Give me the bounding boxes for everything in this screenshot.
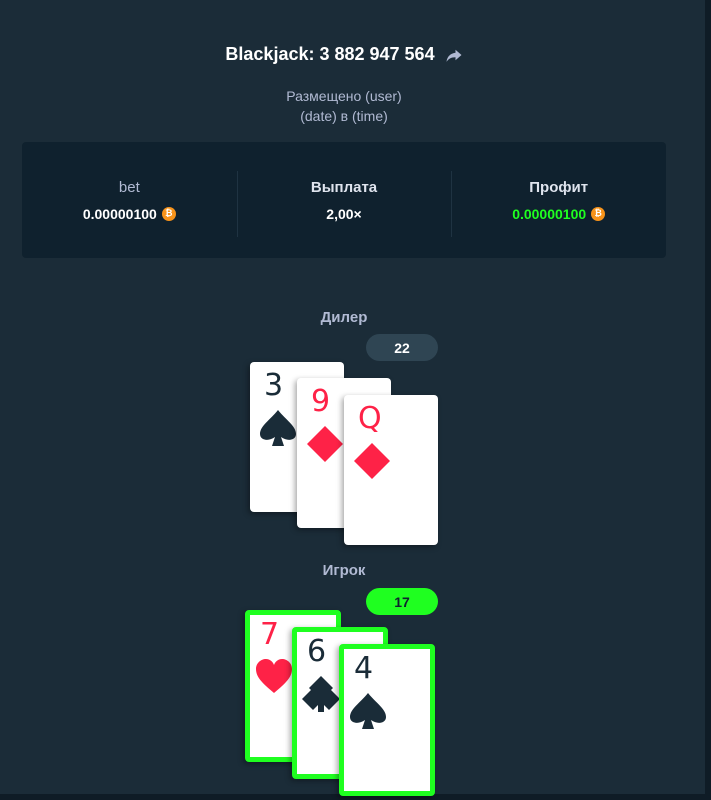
player-total-badge: 17 [366,588,438,615]
player-card-3: 4 [339,644,435,796]
payout-value-row: 2,00× [237,206,452,222]
stat-profit: Профит 0.00000100 ₿ [451,170,666,237]
window-edge-right [705,0,711,800]
bet-title: Blackjack: 3 882 947 564 [225,44,435,64]
card-rank: 3 [264,368,284,403]
profit-value: 0.00000100 [512,205,587,222]
dealer-card-3: Q [344,395,438,545]
player-label: Игрок [322,562,366,579]
heart-icon [256,659,292,693]
spade-icon [350,693,386,729]
bet-title-row: Blackjack: 3 882 947 564 [0,44,688,65]
spade-icon [260,410,296,446]
dealer-label: Дилер [320,309,368,326]
profit-label: Профит [529,178,589,196]
payout-value: 2,00× [326,205,362,222]
bet-value-row: 0.00000100 ₿ [22,206,237,222]
card-rank: 6 [307,634,327,669]
profit-value-row: 0.00000100 ₿ [451,206,666,222]
bet-value: 0.00000100 [82,205,157,222]
diamond-icon [354,443,390,479]
placed-at: (date) в (time) [300,108,388,124]
share-icon[interactable] [445,46,463,64]
card-rank: Q [358,401,382,436]
bitcoin-icon: ₿ [591,206,606,221]
placed-by: Размещено (user) [286,88,402,104]
diamond-icon [307,426,343,462]
payout-label: Выплата [310,178,378,196]
card-rank: 9 [311,384,331,419]
card-rank: 4 [354,651,374,686]
bitcoin-icon: ₿ [161,206,176,221]
card-rank: 7 [260,617,280,652]
dealer-total-badge: 22 [366,334,438,361]
stat-bet: bet 0.00000100 ₿ [22,179,237,222]
bet-label: bet [118,178,140,196]
club-icon [302,676,340,712]
stats-panel: bet 0.00000100 ₿ Выплата 2,00× Профит 0.… [22,142,666,258]
stat-payout: Выплата 2,00× [236,170,452,237]
